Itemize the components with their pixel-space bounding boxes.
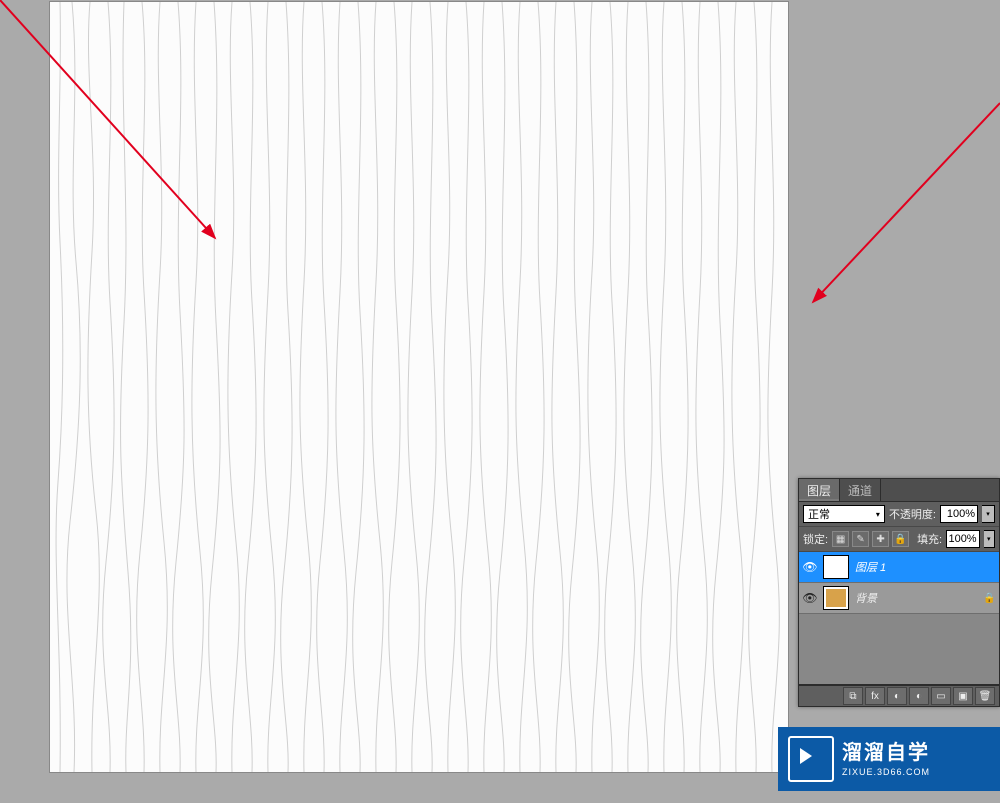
panel-tabs: 图层 通道 [799,479,999,502]
tab-layers[interactable]: 图层 [799,479,840,501]
wood-grain-texture [50,2,788,772]
opacity-label: 不透明度: [889,506,936,522]
canvas[interactable] [50,2,788,772]
badge-title: 溜溜自学 [842,741,930,765]
layer-list: 👁 图层 1 👁 背景 🔒 [799,552,999,614]
layer-name[interactable]: 背景 [855,590,977,606]
layer-row-background[interactable]: 👁 背景 🔒 [799,583,999,614]
layer-mask-button[interactable]: ◐ [887,687,907,705]
opacity-input[interactable]: 100% [940,505,978,523]
panel-footer: ⧉ fx ◐ ◐ ▭ ▣ 🗑 [799,685,999,706]
adjustment-layer-button[interactable]: ◐ [909,687,929,705]
visibility-toggle-icon[interactable]: 👁 [803,560,817,574]
lock-label: 锁定: [803,531,828,547]
badge-url: ZIXUE.3D66.COM [842,767,930,778]
layer-row-layer1[interactable]: 👁 图层 1 [799,552,999,583]
play-logo-icon [788,736,834,782]
lock-all-icon[interactable]: 🔒 [892,531,909,547]
lock-move-icon[interactable]: ✚ [872,531,889,547]
chevron-down-icon: ▾ [876,510,880,519]
lock-buttons: ▦ ✎ ✚ 🔒 [832,531,909,547]
watermark-badge: 溜溜自学 ZIXUE.3D66.COM [778,727,1000,791]
layer-thumbnail[interactable] [823,555,849,579]
layer-style-button[interactable]: fx [865,687,885,705]
fill-dropdown-icon[interactable]: ▾ [984,530,995,548]
lock-row: 锁定: ▦ ✎ ✚ 🔒 填充: 100% ▾ [799,527,999,552]
layers-panel: 图层 通道 正常 ▾ 不透明度: 100% ▾ 锁定: ▦ ✎ ✚ 🔒 填充: … [798,478,1000,707]
new-group-button[interactable]: ▭ [931,687,951,705]
visibility-toggle-icon[interactable]: 👁 [803,591,817,605]
fill-label: 填充: [917,531,942,547]
panel-empty-area [799,614,999,685]
blend-mode-select[interactable]: 正常 ▾ [803,505,885,523]
lock-icon: 🔒 [983,593,995,604]
blend-row: 正常 ▾ 不透明度: 100% ▾ [799,502,999,527]
layer-name[interactable]: 图层 1 [855,559,977,575]
new-layer-button[interactable]: ▣ [953,687,973,705]
fill-input[interactable]: 100% [946,530,979,548]
lock-brush-icon[interactable]: ✎ [852,531,869,547]
blend-mode-value: 正常 [808,506,830,522]
opacity-dropdown-icon[interactable]: ▾ [982,505,995,523]
link-layers-button[interactable]: ⧉ [843,687,863,705]
badge-text: 溜溜自学 ZIXUE.3D66.COM [842,741,930,778]
layer-thumbnail[interactable] [823,586,849,610]
tab-channels[interactable]: 通道 [840,479,881,501]
lock-pixels-icon[interactable]: ▦ [832,531,849,547]
delete-layer-button[interactable]: 🗑 [975,687,995,705]
